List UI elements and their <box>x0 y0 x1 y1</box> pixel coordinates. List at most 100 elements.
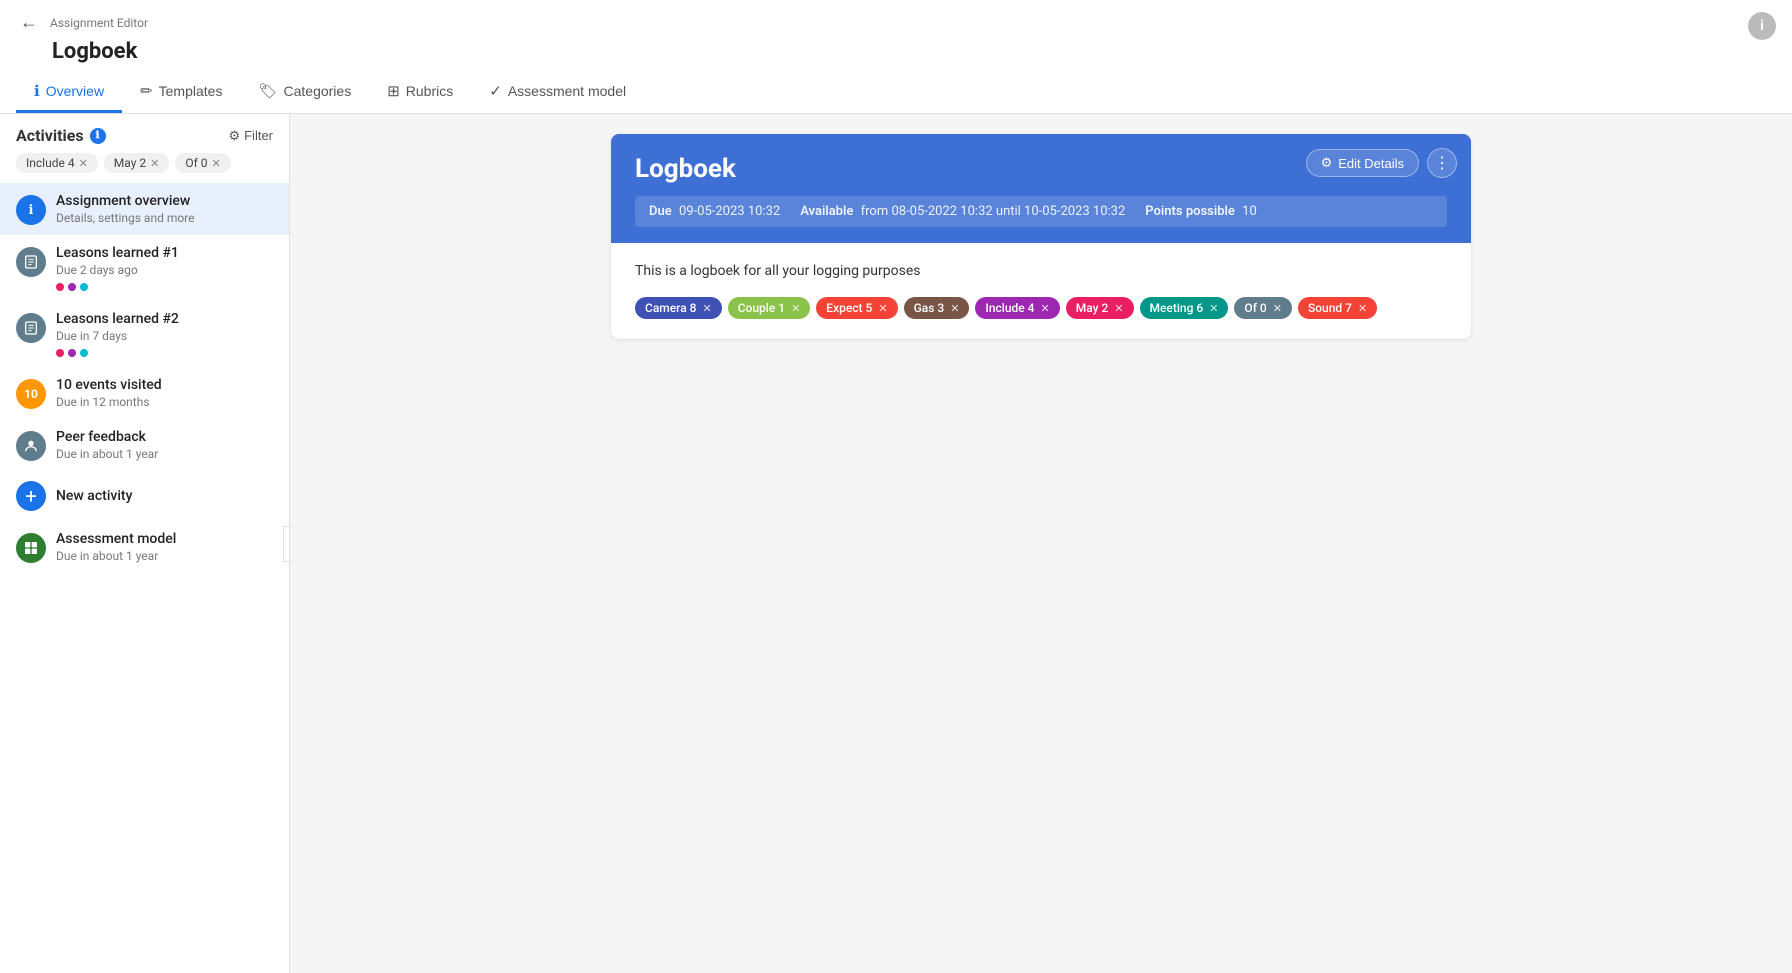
dot <box>80 283 88 291</box>
sidebar: Activities ℹ ⚙ Filter Include 4 ✕ May 2 … <box>0 114 290 973</box>
dot <box>80 349 88 357</box>
dot <box>68 349 76 357</box>
activity-item-leasons-2[interactable]: Leasons learned #2 Due in 7 days <box>0 301 289 367</box>
tag-label: Meeting 6 <box>1150 301 1204 315</box>
activity-item-assessment-model[interactable]: Assessment model Due in about 1 year <box>0 521 289 573</box>
dot <box>56 283 64 291</box>
filter-icon: ⚙ <box>228 128 240 144</box>
activity-icon-peer-feedback <box>16 431 46 461</box>
tag-remove-icon[interactable]: ✕ <box>1114 302 1123 315</box>
tags-row: Camera 8✕Couple 1✕Expect 5✕Gas 3✕Include… <box>635 297 1447 319</box>
tag-label: Couple 1 <box>738 301 785 315</box>
sidebar-title: Activities ℹ <box>16 126 106 145</box>
tag-remove-icon[interactable]: ✕ <box>950 302 959 315</box>
tag-label: Sound 7 <box>1308 301 1352 315</box>
activity-icon-10-events: 10 <box>16 379 46 409</box>
filter-tag-of[interactable]: Of 0 ✕ <box>175 153 230 173</box>
points-label: Points possible <box>1145 204 1235 219</box>
card-tag[interactable]: Meeting 6 ✕ <box>1140 297 1229 319</box>
tag-remove-icon[interactable]: ✕ <box>703 302 712 315</box>
templates-icon: ✏ <box>140 82 153 100</box>
activity-icon-leasons-2 <box>16 313 46 343</box>
activity-icon-leasons-1 <box>16 247 46 277</box>
assignment-card: ⚙ Edit Details ⋮ Logboek Due 09-05-2023 … <box>611 134 1471 339</box>
more-options-button[interactable]: ⋮ <box>1427 148 1457 178</box>
filter-button[interactable]: ⚙ Filter <box>228 128 273 144</box>
tab-overview[interactable]: ℹ Overview <box>16 72 122 113</box>
gear-icon: ⚙ <box>1321 155 1333 171</box>
filter-tags: Include 4 ✕ May 2 ✕ Of 0 ✕ <box>0 153 289 183</box>
tag-remove-icon[interactable]: ✕ <box>1358 302 1367 315</box>
activity-item-leasons-1[interactable]: Leasons learned #1 Due 2 days ago <box>0 235 289 301</box>
overview-icon: ℹ <box>34 82 40 100</box>
activity-content-leasons-2: Leasons learned #2 Due in 7 days <box>56 311 273 357</box>
activity-item-peer-feedback[interactable]: Peer feedback Due in about 1 year <box>0 419 289 471</box>
available-value: from 08-05-2022 10:32 until 10-05-2023 1… <box>861 204 1126 219</box>
card-tag[interactable]: Couple 1 ✕ <box>728 297 811 319</box>
dot <box>56 349 64 357</box>
card-tag[interactable]: Gas 3 ✕ <box>904 297 970 319</box>
activity-content-assignment-overview: Assignment overview Details, settings an… <box>56 193 273 225</box>
rubrics-icon: ⊞ <box>387 82 400 100</box>
global-info-icon[interactable]: i <box>1748 12 1776 40</box>
activity-content-peer-feedback: Peer feedback Due in about 1 year <box>56 429 273 461</box>
activity-content-10-events: 10 events visited Due in 12 months <box>56 377 273 409</box>
filter-tag-may[interactable]: May 2 ✕ <box>104 153 170 173</box>
card-tag[interactable]: Sound 7 ✕ <box>1298 297 1377 319</box>
activity-content-assessment-model: Assessment model Due in about 1 year <box>56 531 273 563</box>
tag-label: Gas 3 <box>914 301 945 315</box>
app-title: Logboek <box>52 39 1776 64</box>
tag-label: Include 4 <box>985 301 1034 315</box>
activity-item-10-events[interactable]: 10 10 events visited Due in 12 months <box>0 367 289 419</box>
tab-rubrics[interactable]: ⊞ Rubrics <box>369 72 471 113</box>
new-activity-icon: + <box>16 481 46 511</box>
activity-icon-assessment-model <box>16 533 46 563</box>
filter-tag-close[interactable]: ✕ <box>79 157 88 170</box>
nav-tabs: ℹ Overview ✏ Templates 🏷 Categories ⊞ Ru… <box>16 72 1776 113</box>
activity-item-assignment-overview[interactable]: ℹ Assignment overview Details, settings … <box>0 183 289 235</box>
points-value: 10 <box>1242 204 1257 219</box>
tab-templates[interactable]: ✏ Templates <box>122 72 240 113</box>
card-tag[interactable]: Camera 8 ✕ <box>635 297 722 319</box>
card-header: ⚙ Edit Details ⋮ Logboek Due 09-05-2023 … <box>611 134 1471 243</box>
tag-label: Expect 5 <box>826 301 872 315</box>
card-body: This is a logboek for all your logging p… <box>611 243 1471 339</box>
card-tag[interactable]: May 2 ✕ <box>1066 297 1134 319</box>
tag-remove-icon[interactable]: ✕ <box>878 302 887 315</box>
due-value: 09-05-2023 10:32 <box>679 204 780 219</box>
back-button[interactable]: ← <box>16 8 42 37</box>
dot <box>68 283 76 291</box>
content-area: ⚙ Edit Details ⋮ Logboek Due 09-05-2023 … <box>290 114 1792 973</box>
card-tag[interactable]: Include 4 ✕ <box>975 297 1059 319</box>
tag-remove-icon[interactable]: ✕ <box>1041 302 1050 315</box>
tag-label: May 2 <box>1076 301 1109 315</box>
dot-indicators-leasons-2 <box>56 349 273 357</box>
filter-tag-may-close[interactable]: ✕ <box>150 157 159 170</box>
activity-content-leasons-1: Leasons learned #1 Due 2 days ago <box>56 245 273 291</box>
tab-assessment[interactable]: ✓ Assessment model <box>471 72 644 113</box>
tag-label: Camera 8 <box>645 301 697 315</box>
card-tag[interactable]: Of 0 ✕ <box>1234 297 1292 319</box>
breadcrumb: Assignment Editor <box>50 16 148 30</box>
tag-remove-icon[interactable]: ✕ <box>791 302 800 315</box>
card-meta: Due 09-05-2023 10:32 Available from 08-0… <box>635 196 1447 227</box>
card-tag[interactable]: Expect 5 ✕ <box>816 297 897 319</box>
card-description: This is a logboek for all your logging p… <box>635 263 1447 279</box>
tag-label: Of 0 <box>1244 301 1266 315</box>
assessment-icon: ✓ <box>489 82 502 100</box>
activity-icon-assignment-overview: ℹ <box>16 195 46 225</box>
due-label: Due <box>649 204 672 219</box>
dot-indicators-leasons-1 <box>56 283 273 291</box>
new-activity-button[interactable]: + New activity <box>0 471 289 521</box>
sidebar-collapse-button[interactable]: ‹ <box>283 526 290 562</box>
available-label: Available <box>800 204 853 219</box>
filter-tag-of-close[interactable]: ✕ <box>211 157 220 170</box>
tab-categories[interactable]: 🏷 Categories <box>240 72 369 113</box>
activities-info-icon[interactable]: ℹ <box>90 128 106 144</box>
tag-remove-icon[interactable]: ✕ <box>1273 302 1282 315</box>
card-actions: ⚙ Edit Details ⋮ <box>1306 148 1457 178</box>
categories-icon: 🏷 <box>258 82 277 100</box>
edit-details-button[interactable]: ⚙ Edit Details <box>1306 149 1419 177</box>
tag-remove-icon[interactable]: ✕ <box>1209 302 1218 315</box>
filter-tag-include[interactable]: Include 4 ✕ <box>16 153 98 173</box>
